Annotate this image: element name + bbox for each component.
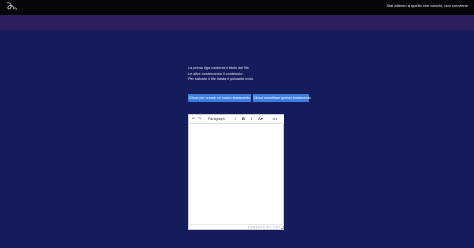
editor-content-area[interactable] <box>189 124 284 227</box>
chevron-down-icon: ▾ <box>234 117 236 121</box>
resize-handle-icon[interactable] <box>280 225 284 229</box>
logo-icon[interactable] <box>4 1 20 12</box>
create-testament-button[interactable]: Clicca per creare un nuovo testamento <box>188 94 251 102</box>
editor-statusbar: POWERED BY TINY <box>189 224 284 229</box>
more-icon[interactable]: ••• <box>271 115 279 123</box>
warning-notice: Stai attento a quello che carichi, non c… <box>386 3 468 8</box>
instruction-line: Per salvare il file basta il pulsante in… <box>188 77 254 82</box>
accent-bar <box>0 15 474 30</box>
instructions-text: La prima riga conterrà il titolo del fil… <box>188 66 308 83</box>
block-format-label: Paragraph <box>208 117 225 121</box>
rich-text-editor: ↶ ↷ Paragraph ▾ B I A▾ ••• POWERED BY TI… <box>188 114 284 230</box>
bold-button[interactable]: B <box>241 115 246 123</box>
editor-toolbar: ↶ ↷ Paragraph ▾ B I A▾ ••• <box>189 115 284 124</box>
delete-testament-button[interactable]: Clicca cancellare questo testamento <box>253 94 311 102</box>
powered-by-link[interactable]: POWERED BY TINY <box>248 226 281 229</box>
text-color-icon[interactable]: A▾ <box>256 115 265 123</box>
undo-icon[interactable]: ↶ <box>191 115 196 123</box>
block-format-select[interactable]: Paragraph ▾ <box>208 115 236 123</box>
italic-button[interactable]: I <box>249 115 254 123</box>
redo-icon[interactable]: ↷ <box>197 115 202 123</box>
top-bar: Stai attento a quello che carichi, non c… <box>0 0 474 15</box>
